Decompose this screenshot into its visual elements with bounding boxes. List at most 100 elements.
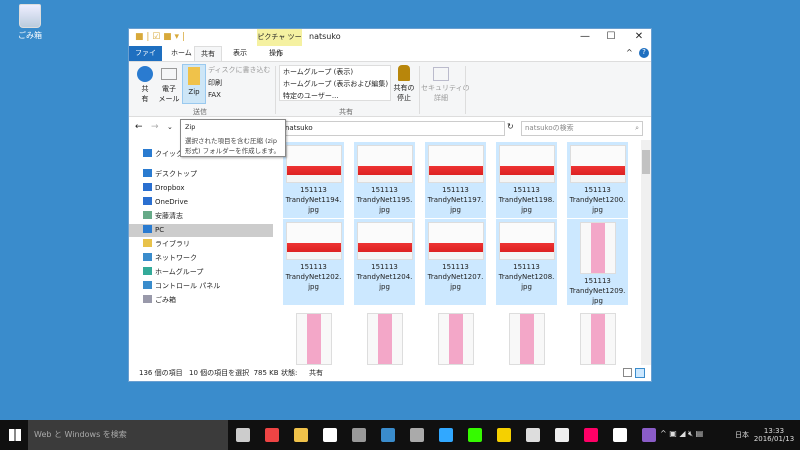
- back-button[interactable]: ←: [135, 122, 143, 132]
- file-item[interactable]: 151113 TrandyNet1194. jpg: [283, 142, 344, 218]
- chrome-icon[interactable]: [265, 428, 279, 442]
- tab-view[interactable]: 表示: [227, 46, 253, 61]
- tab-manage[interactable]: 操作: [263, 46, 289, 61]
- nav-item[interactable]: デスクトップ: [143, 168, 273, 181]
- help-icon[interactable]: ?: [639, 48, 649, 58]
- nav-item[interactable]: OneDrive: [143, 196, 273, 209]
- homegroup-edit-item[interactable]: ホームグループ (表示および編集): [280, 78, 390, 90]
- forward-button[interactable]: →: [151, 122, 159, 132]
- nav-item[interactable]: ライブラリ: [143, 238, 273, 251]
- file-name: 151113: [513, 263, 540, 271]
- file-name: jpg: [592, 297, 603, 305]
- fax-button[interactable]: FAX: [208, 91, 221, 99]
- file-item[interactable]: [283, 310, 344, 365]
- explorer-icon[interactable]: [294, 428, 308, 442]
- nav-item[interactable]: ネットワーク: [143, 252, 273, 265]
- clock[interactable]: 13:33 2016/01/13: [752, 427, 796, 443]
- collapse-ribbon-icon[interactable]: ^: [626, 48, 633, 57]
- nav-icon: [143, 267, 152, 275]
- tab-file[interactable]: ファイル: [129, 46, 162, 72]
- nav-item[interactable]: ホームグループ: [143, 266, 273, 279]
- file-item[interactable]: 151113 TrandyNet1209. jpg: [567, 219, 628, 305]
- recycle-bin-icon: [19, 4, 41, 28]
- notepad-icon[interactable]: [613, 428, 627, 442]
- image-thumbnail: [508, 313, 545, 365]
- large-icons-view-button[interactable]: [635, 368, 645, 378]
- file-item[interactable]: 151113 TrandyNet1204. jpg: [354, 219, 415, 305]
- zip-tooltip: Zip 選択された項目を含む圧縮 (zip 形式) フォルダーを作成します。: [180, 119, 286, 157]
- image-thumbnail: [498, 222, 555, 260]
- photoshop-icon[interactable]: [439, 428, 453, 442]
- image-thumbnail: [366, 313, 403, 365]
- file-item[interactable]: 151113 TrandyNet1207. jpg: [425, 219, 486, 305]
- file-item[interactable]: 151113 TrandyNet1202. jpg: [283, 219, 344, 305]
- app10-icon[interactable]: [497, 428, 511, 442]
- file-item[interactable]: 151113 TrandyNet1208. jpg: [496, 219, 557, 305]
- nav-item[interactable]: PC: [129, 224, 273, 237]
- file-name: 151113: [371, 263, 398, 271]
- stop-sharing-button[interactable]: 共有の 停止: [391, 65, 417, 103]
- share-button[interactable]: 共 有: [135, 66, 155, 104]
- maximize-button[interactable]: ☐: [601, 31, 621, 42]
- nav-item[interactable]: ごみ箱: [143, 294, 273, 307]
- nav-icon: [143, 295, 152, 303]
- minimize-button[interactable]: —: [575, 31, 595, 42]
- file-item[interactable]: [567, 310, 628, 365]
- tray-icons[interactable]: ^ ▣ ◢ 🔇︎ ▤: [660, 429, 703, 439]
- taskbar-search[interactable]: Web と Windows を検索: [28, 420, 228, 450]
- app7-icon[interactable]: [410, 428, 424, 442]
- app15-icon[interactable]: [642, 428, 656, 442]
- image-thumbnail: [427, 222, 484, 260]
- app11-icon[interactable]: [526, 428, 540, 442]
- nav-item[interactable]: コントロール パネル: [143, 280, 273, 293]
- taskbar: Web と Windows を検索 ^ ▣ ◢ 🔇︎ ▤ 日本 13:33 201…: [0, 420, 800, 450]
- ribbon: 共 有 電子 メール Zip ディスクに書き込む 印刷 FAX 送信 ホームグル…: [129, 61, 651, 117]
- input-language[interactable]: 日本: [735, 430, 749, 440]
- burn-disc-button[interactable]: ディスクに書き込む: [208, 65, 271, 75]
- file-item[interactable]: [354, 310, 415, 365]
- app12-icon[interactable]: [555, 428, 569, 442]
- file-item[interactable]: 151113 TrandyNet1200. jpg: [567, 142, 628, 218]
- nav-icon: [143, 149, 152, 157]
- tab-share[interactable]: 共有: [194, 46, 222, 61]
- file-item[interactable]: 151113 TrandyNet1197. jpg: [425, 142, 486, 218]
- share-with-list: ホームグループ (表示) ホームグループ (表示および編集) 特定のユーザー..…: [279, 65, 391, 101]
- nav-icon: [143, 281, 152, 289]
- zip-button[interactable]: Zip: [182, 64, 206, 104]
- vertical-scrollbar[interactable]: [641, 140, 651, 365]
- refresh-button[interactable]: ↻: [507, 122, 514, 131]
- close-button[interactable]: ✕: [629, 31, 649, 42]
- file-name: TrandyNet1198.: [498, 196, 555, 204]
- tab-home[interactable]: ホーム: [165, 46, 198, 61]
- security-icon: [433, 67, 449, 81]
- file-name: TrandyNet1207.: [427, 273, 484, 281]
- file-item[interactable]: [425, 310, 486, 365]
- file-name: jpg: [592, 206, 603, 214]
- specific-users-item[interactable]: 特定のユーザー...: [280, 90, 390, 102]
- store-icon[interactable]: [323, 428, 337, 442]
- file-name: 151113: [300, 263, 327, 271]
- email-button[interactable]: 電子 メール: [157, 66, 181, 104]
- file-name: jpg: [450, 283, 461, 291]
- explorer-window: ■ | ☑ ■ ▾ | ピクチャ ツール natsuko — ☐ ✕ ファイル …: [128, 28, 652, 382]
- details-view-button[interactable]: [623, 368, 632, 377]
- item-count: 136 個の項目: [139, 369, 183, 377]
- file-item[interactable]: [496, 310, 557, 365]
- homegroup-view-item[interactable]: ホームグループ (表示): [280, 66, 390, 78]
- security-button[interactable]: セキュリティの 詳細: [421, 65, 470, 103]
- dreamweaver-icon[interactable]: [468, 428, 482, 442]
- file-item[interactable]: 151113 TrandyNet1195. jpg: [354, 142, 415, 218]
- itunes-icon[interactable]: [584, 428, 598, 442]
- search-input[interactable]: natsukoの検索 ⌕: [521, 121, 643, 136]
- recycle-bin-desktop-icon[interactable]: ごみ箱: [10, 4, 50, 41]
- thunderbird-icon[interactable]: [381, 428, 395, 442]
- task-view-icon[interactable]: [236, 428, 250, 442]
- start-button[interactable]: [9, 429, 21, 441]
- file-item[interactable]: 151113 TrandyNet1198. jpg: [496, 142, 557, 218]
- nav-item[interactable]: Dropbox: [143, 182, 273, 195]
- print-button[interactable]: 印刷: [208, 78, 222, 88]
- app5-icon[interactable]: [352, 428, 366, 442]
- quick-access-toolbar[interactable]: ■ | ☑ ■ ▾ |: [135, 32, 185, 42]
- recent-dropdown[interactable]: ⌄: [167, 123, 173, 131]
- nav-item[interactable]: 安藤清志: [143, 210, 273, 223]
